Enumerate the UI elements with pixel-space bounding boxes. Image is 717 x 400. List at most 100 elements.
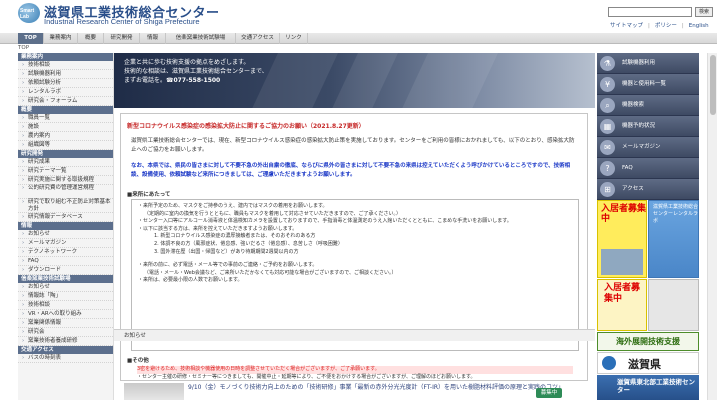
sidebar-item-testing[interactable]: 依頼試験分析 (18, 79, 113, 88)
tenant-recruit-banner[interactable]: 入居者募集中 (597, 200, 647, 278)
visit-rule: ・来所は、必要最小限の人数でお願いします。 (138, 277, 243, 284)
tohoku-center-banner[interactable]: 滋賀県東北部工業技術センター (597, 375, 699, 400)
notice-title: 新型コロナウイルス感染症の感染拡大防止に関するご協力のお願い（2021.8.27… (127, 123, 365, 130)
menu-reservation[interactable]: ▦ 機器予約状況 (597, 116, 699, 137)
sidebar-item-download[interactable]: ダウンロード (18, 266, 113, 275)
sidebar-item-ceramics-info[interactable]: 窯業関係情報 (18, 319, 113, 328)
tab-access[interactable]: 交通アクセス (236, 33, 280, 44)
shiga-logo-icon (602, 356, 616, 370)
banner-text: 企業と共に歩む技術支援の拠点をめざします。 技術的な相談は、滋賀県工業技術総合セ… (124, 58, 268, 85)
sidebar-item-funds[interactable]: 公的研究費の管理運営規程 (18, 185, 113, 199)
sidebar-item-staff[interactable]: 職員一覧 (18, 114, 113, 123)
banner-text: 入居者募集中 (601, 204, 647, 224)
tab-research[interactable]: 研究開発 (104, 33, 140, 44)
tab-overview[interactable]: 概要 (78, 33, 104, 44)
english-link[interactable]: English (689, 23, 709, 29)
site-subtitle: Industrial Research Center of Shiga Pref… (44, 17, 200, 26)
other-rules-box: 3密を避けるため、技術相談や機器使用の日時を調整させていただく場合がございますが… (131, 365, 579, 381)
sidebar-item-bus[interactable]: バスの時刻表 (18, 354, 113, 363)
menu-equipment-search[interactable]: ⌕ 機器検索 (597, 95, 699, 116)
microscope-icon: ⚗ (600, 56, 615, 71)
menu-mailmag[interactable]: ✉ メールマガジン (597, 137, 699, 158)
tab-info[interactable]: 情報 (140, 33, 166, 44)
sidebar-item-facility[interactable]: 施設 (18, 123, 113, 132)
tab-links[interactable]: リンク (280, 33, 308, 44)
sidebar-item-consult[interactable]: 技術相談 (18, 61, 113, 70)
sidebar-item-floor[interactable]: 農内案内 (18, 132, 113, 141)
menu-label: FAQ (622, 165, 633, 171)
breadcrumb[interactable]: TOP (18, 45, 29, 51)
sidebar-item-forum[interactable]: 研究会・フォーラム (18, 97, 113, 106)
tenant-recruit-banner-2[interactable]: 入居者募集中 (597, 279, 647, 331)
policy-link[interactable]: ポリシー (655, 23, 677, 29)
sidebar-section-services[interactable]: 業務案内 (18, 53, 113, 61)
banner-phone: ☎077-558-1500 (166, 77, 221, 84)
sidebar-item-study-group[interactable]: 研究会 (18, 328, 113, 337)
tab-top[interactable]: TOP (18, 33, 44, 44)
rental-lab-banner[interactable]: 滋賀県工業技術総合センターレンタルラボ (648, 200, 699, 278)
sidebar-section-access[interactable]: 交通アクセス (18, 346, 113, 354)
sidebar-item-themes[interactable]: 研究テーマ一覧 (18, 167, 113, 176)
news-thumbnail[interactable] (124, 383, 184, 400)
sidebar-section-shigaraki[interactable]: 信楽窯業技術試験場 (18, 275, 113, 283)
sidebar-item-database[interactable]: 研究情報データベース (18, 213, 113, 222)
search-icon: ⌕ (600, 98, 615, 113)
sidebar-section-info[interactable]: 情報 (18, 222, 113, 230)
scrollbar-thumb[interactable] (710, 55, 716, 115)
sidebar-item-training[interactable]: 窯業技術者養成研修 (18, 337, 113, 346)
mail-icon: ✉ (600, 140, 615, 155)
overseas-support-banner[interactable]: 海外展開技術支援 (597, 332, 699, 351)
menu-equipment-fees[interactable]: ¥ 機器と使用料一覧 (597, 74, 699, 95)
visit-rule: 2. 体調不良の方（風邪症状、倦怠感、強いだるさ（倦怠感）、息苦しさ（呼吸困難） (154, 240, 343, 247)
sidebar-item-news[interactable]: お知らせ (18, 230, 113, 239)
sidebar-item-mailmag[interactable]: メールマガジン (18, 239, 113, 248)
site-logo[interactable]: Smart Lab (18, 3, 40, 23)
sidebar-item-magazine[interactable]: 情報誌「陶」 (18, 292, 113, 301)
right-sidebar: ⚗ 試験機器利用 ¥ 機器と使用料一覧 ⌕ 機器検索 ▦ 機器予約状況 ✉ メールマガジン… (597, 53, 699, 400)
sidebar-item-rental-lab[interactable]: レンタルラボ (18, 88, 113, 97)
banner-line-2: 技術的な相談は、滋賀県工業技術総合センターまで、 (124, 68, 268, 75)
visit-rule: ・来所の前に、必ず電話・メール等での事前のご連絡・ご予約をお願いします。 (138, 262, 318, 269)
sidebar-item-results[interactable]: 研究成果 (18, 158, 113, 167)
shiga-pref-banner[interactable]: 滋賀県 (597, 352, 699, 374)
menu-faq[interactable]: ? FAQ (597, 158, 699, 179)
sidebar-item-shigaraki-consult[interactable]: 技術相談 (18, 301, 113, 310)
sidebar-item-faq[interactable]: FAQ (18, 257, 113, 266)
sidebar-section-overview[interactable]: 概要 (18, 106, 113, 114)
news-item[interactable]: 9/10（金）モノづくり技術力向上のための「技術研修」事業「最新の赤外分光光度計… (120, 383, 588, 400)
sidebar-section-research[interactable]: 研究開発 (18, 150, 113, 158)
sidebar-item-network[interactable]: テクノネットワーク (18, 248, 113, 257)
facility-photo-banner[interactable] (648, 279, 699, 331)
bus-icon: ⊞ (600, 182, 615, 197)
menu-label: 機器予約状況 (622, 123, 656, 129)
banner-image (601, 249, 643, 275)
menu-label: アクセス (622, 186, 644, 192)
tab-services[interactable]: 業務案内 (44, 33, 78, 44)
calendar-icon: ▦ (600, 119, 615, 134)
news-section-heading: お知らせ (114, 329, 595, 341)
sidebar-item-org[interactable]: 組織図等 (18, 141, 113, 150)
sitemap-link[interactable]: サイトマップ (610, 23, 643, 29)
sidebar-item-equipment[interactable]: 試験機器利用 (18, 70, 113, 79)
sidebar-item-rules[interactable]: 研究実施に関する取扱規程 (18, 176, 113, 185)
banner-text: 滋賀県 (628, 358, 661, 371)
menu-equipment-use[interactable]: ⚗ 試験機器利用 (597, 53, 699, 74)
menu-label: 試験機器利用 (622, 60, 656, 66)
main-content: 企業と共に歩む技術支援の拠点をめざします。 技術的な相談は、滋賀県工業技術総合セ… (114, 53, 595, 400)
search-button[interactable]: 検索 (695, 7, 713, 17)
site-header: Smart Lab 滋賀県工業技術総合センター Industrial Resea… (0, 0, 717, 33)
notice-warning: なお、本県では、県民の皆さまに対して不要不急の外出自粛の徹底、ならびに県外の皆さ… (131, 163, 571, 178)
sidebar-item-vr-ar[interactable]: VR・ARへの取り組み (18, 310, 113, 319)
news-link[interactable]: 9/10（金）モノづくり技術力向上のための「技術研修」事業「最新の赤外分光光度計… (188, 383, 568, 392)
visit-section-heading: ■来所にあたって (127, 192, 171, 198)
other-section-heading: ■その他 (127, 358, 149, 364)
tab-shigaraki[interactable]: 信楽窯業技術試験場 (166, 33, 236, 44)
menu-access[interactable]: ⊞ アクセス (597, 179, 699, 200)
sidebar-item-shigaraki-news[interactable]: お知らせ (18, 283, 113, 292)
sidebar-item-fraud-policy[interactable]: 研究で取り組む不正防止対策基本方針 (18, 199, 113, 213)
recruiting-badge: 募集中 (536, 388, 562, 398)
page-scrollbar[interactable] (707, 53, 717, 400)
visit-rule: 1. 新型コロナウイルス感染症の濃厚接触者または、そのおそれのある方 (154, 233, 316, 240)
banner-line-3: まずお電話を。 (124, 77, 167, 84)
search-input[interactable] (608, 7, 692, 17)
